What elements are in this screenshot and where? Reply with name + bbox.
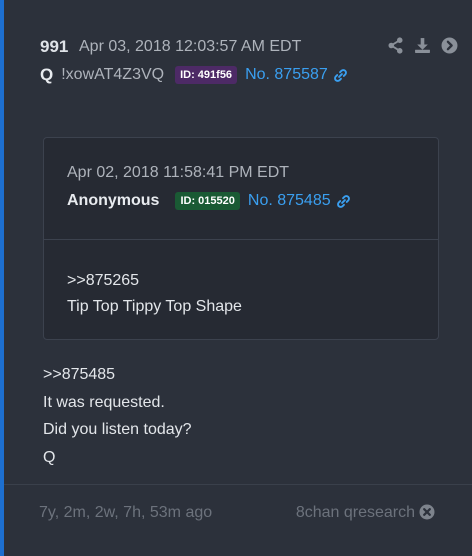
quoted-body: >>875265 Tip Top Tippy Top Shape [67, 268, 242, 320]
post-body: >>875485 It was requested. Did you liste… [43, 361, 192, 471]
download-icon[interactable] [414, 37, 431, 54]
quoted-post-link[interactable]: No. 875485 [248, 192, 351, 210]
quoted-post: Apr 02, 2018 11:58:41 PM EDT Anonymous I… [43, 137, 439, 340]
arrow-right-circle-icon[interactable] [441, 37, 458, 54]
quoted-post-link-label: No. 875485 [247, 192, 331, 209]
quoted-id-badge: ID: 015520 [175, 192, 240, 210]
post-header: 991 Apr 03, 2018 12:03:57 AM EDT Q !xowA… [40, 36, 460, 96]
post-footer: 7y, 2m, 2w, 7h, 53m ago 8chan qresearch [4, 485, 472, 556]
quoted-reply-link[interactable]: >>875265 [67, 268, 242, 294]
source-label: 8chan qresearch [295, 504, 415, 521]
post-link-label: No. 875587 [245, 66, 328, 83]
id-badge: ID: 491f56 [175, 66, 238, 84]
quoted-author-name: Anonymous [67, 192, 160, 209]
post-number: 991 [40, 37, 69, 56]
quoted-divider [44, 239, 438, 240]
body-line: It was requested. [43, 393, 165, 411]
link-icon [333, 68, 347, 82]
quoted-author-row: Anonymous ID: 015520 No. 875485 [67, 192, 351, 210]
post-card: 991 Apr 03, 2018 12:03:57 AM EDT Q !xowA… [0, 0, 472, 556]
body-line: Did you listen today? [43, 421, 192, 438]
close-icon[interactable] [419, 504, 435, 520]
quoted-date: Apr 02, 2018 11:58:41 PM EDT [67, 164, 290, 181]
body-line: Q [43, 448, 56, 466]
post-date: Apr 03, 2018 12:03:57 AM EDT [79, 38, 302, 55]
post-link[interactable]: No. 875587 [245, 66, 348, 84]
link-icon [336, 194, 350, 208]
share-icon[interactable] [387, 37, 404, 54]
relative-time: 7y, 2m, 2w, 7h, 53m ago [39, 504, 213, 521]
quoted-body-line: Tip Top Tippy Top Shape [67, 298, 242, 315]
tripcode: !xowAT4Z3VQ [61, 66, 165, 83]
reply-link[interactable]: >>875485 [43, 361, 192, 389]
author-name: Q [40, 65, 54, 84]
author-row: Q !xowAT4Z3VQ ID: 491f56 No. 875587 [40, 65, 348, 85]
post-actions [387, 37, 458, 54]
